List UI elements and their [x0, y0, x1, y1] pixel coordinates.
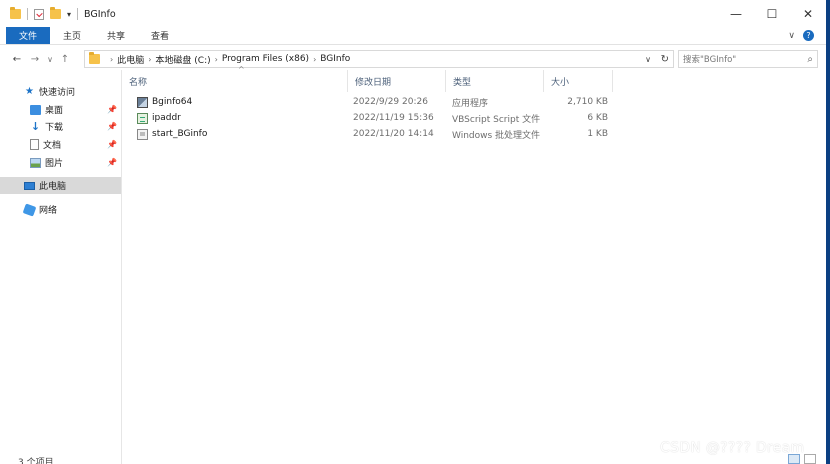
desktop-icon	[30, 104, 41, 115]
file-list: Bginfo64 2022/9/29 20:26 应用程序 2,710 KB i…	[122, 94, 826, 142]
download-icon: ↓	[30, 120, 41, 133]
ribbon-tabs: 文件 主页 共享 查看 ∨ ?	[0, 27, 826, 45]
sidebar-item-label: 文档	[43, 141, 62, 151]
file-date: 2022/11/19 15:36	[353, 113, 434, 123]
window-controls: — ☐ ✕	[718, 0, 826, 28]
sidebar-item-label: 图片	[45, 159, 64, 169]
item-count: 3 个项目	[18, 458, 54, 464]
file-name-cell[interactable]: start_BGinfo	[137, 126, 207, 142]
maximize-button[interactable]: ☐	[754, 0, 790, 28]
sidebar-item-network[interactable]: 网络	[0, 201, 121, 218]
tab-home[interactable]: 主页	[50, 27, 94, 44]
pin-icon[interactable]: 📌	[107, 158, 117, 167]
close-button[interactable]: ✕	[790, 0, 826, 28]
back-arrow-icon[interactable]: ←	[8, 54, 26, 65]
table-row[interactable]: ipaddr 2022/11/19 15:36 VBScript Script …	[122, 110, 826, 126]
recent-locations-chevron-icon[interactable]: ∨	[44, 55, 56, 64]
chevron-right-icon[interactable]: ›	[110, 55, 113, 64]
sidebar-item-desktop[interactable]: 桌面 📌	[0, 101, 121, 118]
refresh-icon[interactable]: ↻	[661, 54, 669, 65]
search-icon[interactable]: ⌕	[807, 54, 813, 65]
chevron-right-icon[interactable]: ›	[215, 55, 218, 64]
expand-ribbon-chevron-icon[interactable]: ∨	[788, 31, 795, 41]
search-placeholder: 搜索"BGInfo"	[683, 55, 737, 65]
table-row[interactable]: Bginfo64 2022/9/29 20:26 应用程序 2,710 KB	[122, 94, 826, 110]
breadcrumb-program-files[interactable]: Program Files (x86)	[222, 54, 309, 64]
file-size: 1 KB	[587, 129, 608, 139]
tab-file[interactable]: 文件	[6, 27, 51, 44]
explorer-window: ▾ BGInfo — ☐ ✕ 文件 主页 共享 查看 ∨ ? ← → ∨ ↑ ›…	[0, 0, 826, 464]
file-name: start_BGinfo	[152, 129, 208, 139]
column-header-type[interactable]: 类型	[446, 70, 544, 92]
column-header-date[interactable]: 修改日期	[348, 70, 446, 92]
navigation-row: ← → ∨ ↑ › 此电脑 › 本地磁盘 (C:) › Program File…	[0, 48, 826, 70]
sidebar-item-label: 网络	[39, 206, 58, 216]
table-row[interactable]: start_BGinfo 2022/11/20 14:14 Windows 批处…	[122, 126, 826, 142]
breadcrumb-local-disk[interactable]: 本地磁盘 (C:)	[155, 53, 210, 66]
quick-access-toolbar: ▾	[10, 7, 79, 20]
breadcrumb-bginfo[interactable]: BGInfo	[320, 54, 350, 64]
chevron-right-icon[interactable]: ›	[148, 55, 151, 64]
pin-icon[interactable]: 📌	[107, 140, 117, 149]
properties-icon[interactable]	[34, 8, 44, 20]
sidebar-item-downloads[interactable]: ↓ 下载 📌	[0, 118, 121, 135]
sidebar-item-documents[interactable]: 文档 📌	[0, 136, 121, 153]
forward-arrow-icon[interactable]: →	[26, 54, 44, 65]
exe-icon	[137, 96, 148, 108]
sidebar-item-label: 快速访问	[39, 88, 76, 98]
file-name-cell[interactable]: ipaddr	[137, 110, 181, 126]
watermark-text: CSDN @???? Dream	[660, 440, 805, 456]
address-folder-icon	[89, 52, 100, 64]
sidebar-item-pictures[interactable]: 图片 📌	[0, 154, 121, 171]
ribbon-right-controls: ∨ ?	[788, 27, 826, 44]
file-type: 应用程序	[452, 98, 489, 109]
large-icons-view-icon[interactable]	[804, 454, 816, 464]
address-dropdown-icon[interactable]: ∨	[645, 55, 651, 64]
up-arrow-icon[interactable]: ↑	[56, 54, 74, 65]
file-type: Windows 批处理文件	[452, 130, 541, 141]
sidebar-item-label: 桌面	[45, 106, 64, 116]
title-bar: ▾ BGInfo — ☐ ✕	[0, 0, 826, 28]
sidebar-item-label: 此电脑	[39, 182, 67, 192]
address-bar[interactable]: › 此电脑 › 本地磁盘 (C:) › Program Files (x86) …	[84, 50, 674, 68]
bat-icon	[137, 128, 148, 140]
sidebar-item-this-pc[interactable]: 此电脑	[0, 177, 121, 194]
minimize-button[interactable]: —	[718, 0, 754, 28]
tab-view[interactable]: 查看	[138, 27, 182, 44]
network-icon	[22, 202, 37, 217]
column-headers: ^ 名称 修改日期 类型 大小	[122, 65, 826, 92]
file-name: Bginfo64	[152, 97, 193, 107]
file-date: 2022/9/29 20:26	[353, 97, 428, 107]
star-icon: ★	[25, 86, 34, 97]
new-folder-icon[interactable]	[50, 7, 61, 19]
pin-icon[interactable]: 📌	[107, 105, 117, 114]
title-divider	[77, 8, 79, 20]
window-title: BGInfo	[84, 8, 116, 20]
pictures-icon	[30, 157, 41, 168]
pin-icon[interactable]: 📌	[107, 122, 117, 131]
computer-icon	[24, 181, 35, 190]
help-icon[interactable]: ?	[803, 30, 814, 41]
chevron-right-icon[interactable]: ›	[313, 55, 316, 64]
column-header-size[interactable]: 大小	[544, 70, 613, 92]
customize-toolbar-dropdown-icon[interactable]: ▾	[67, 10, 71, 19]
column-header-name[interactable]: 名称	[122, 70, 348, 92]
file-size: 6 KB	[587, 113, 608, 123]
toolbar-divider	[27, 8, 28, 20]
sidebar-item-label: 下载	[45, 123, 64, 133]
folder-icon	[10, 7, 21, 19]
file-date: 2022/11/20 14:14	[353, 129, 434, 139]
sidebar-item-quick-access[interactable]: ★ 快速访问	[0, 83, 121, 100]
breadcrumb-this-pc[interactable]: 此电脑	[117, 53, 144, 66]
file-size: 2,710 KB	[567, 97, 608, 107]
search-input[interactable]: 搜索"BGInfo" ⌕	[678, 50, 818, 68]
tab-share[interactable]: 共享	[94, 27, 138, 44]
document-icon	[30, 139, 39, 150]
vbs-icon	[137, 112, 148, 124]
file-type: VBScript Script 文件	[452, 114, 541, 125]
desktop-background	[826, 0, 830, 464]
file-name: ipaddr	[152, 113, 181, 123]
file-name-cell[interactable]: Bginfo64	[137, 94, 192, 110]
navigation-pane: ★ 快速访问 桌面 📌 ↓ 下载 📌 文档 📌 图片 📌 此电脑 网络	[0, 70, 122, 464]
